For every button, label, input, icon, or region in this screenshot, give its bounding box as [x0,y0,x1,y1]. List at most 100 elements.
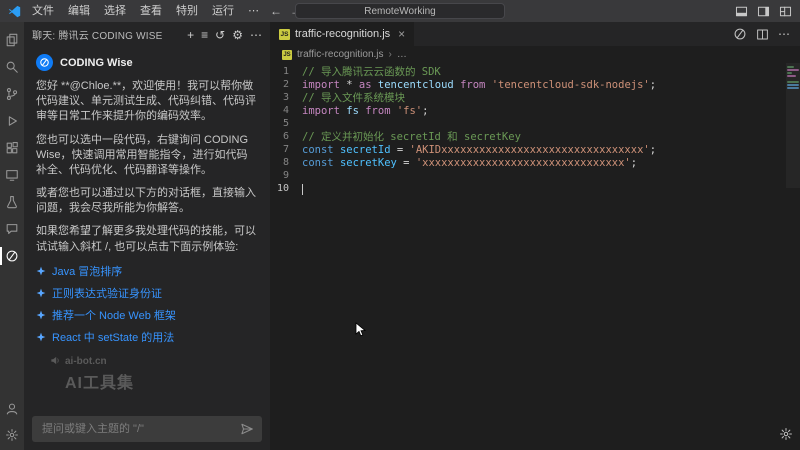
chat-paragraph: 或者您也可以通过以下方的对话框，直接输入问题，我会尽我所能为你解答。 [36,186,258,216]
customize-layout-icon[interactable] [779,5,792,18]
chat-input[interactable] [40,422,240,436]
editor-actions: ⋯ [733,22,800,46]
main-area: 聊天: 腾讯云 CODING WISE +≡↺⚙⋯ CODING Wise 您好… [0,22,800,450]
example-list: Java 冒泡排序正则表达式验证身份证推荐一个 Node Web 框架 React… [36,263,258,345]
menu-item-6[interactable]: ⋯ [241,0,266,22]
example-link-label[interactable]: 正则表达式验证身份证 [52,285,162,301]
explorer-icon[interactable] [0,33,24,47]
minimap-line [787,72,792,74]
tab-label: traffic-recognition.js [295,28,390,40]
remote-explorer-icon[interactable] [0,168,24,182]
menu-item-1[interactable]: 编辑 [61,0,97,22]
code-text: const secretId = 'AKIDxxxxxxxxxxxxxxxxxx… [302,144,656,156]
minimap-line [787,66,794,68]
code-line-4[interactable]: 4import fs from 'fs'; [270,104,786,117]
menu-item-5[interactable]: 运行 [205,0,241,22]
run-debug-icon[interactable] [0,114,24,128]
menu-item-3[interactable]: 查看 [133,0,169,22]
example-link-label[interactable]: Java 冒泡排序 [52,263,122,279]
breadcrumb[interactable]: JS traffic-recognition.js › … [270,46,800,63]
coding-wise-avatar-icon [36,54,53,71]
example-link-label[interactable]: React 中 setState 的用法 [52,329,174,345]
test-icon[interactable] [0,195,24,209]
code-area[interactable]: 1// 导入腾讯云云函数的 SDK2import * as tencentclo… [270,63,786,450]
code-text: // 导入腾讯云云函数的 SDK [302,64,441,79]
editor-area: JS traffic-recognition.js × ⋯ JS traffic… [270,22,800,450]
titlebar-search[interactable]: RemoteWorking [295,3,505,19]
code-text: const secretKey = 'xxxxxxxxxxxxxxxxxxxxx… [302,157,637,169]
code-line-8[interactable]: 8const secretKey = 'xxxxxxxxxxxxxxxxxxxx… [270,156,786,169]
code-text: import * as tencentcloud from 'tencentcl… [302,79,656,91]
account-icon[interactable] [0,402,24,416]
code-text: // 导入文件系统模块 [302,90,405,105]
search-icon[interactable] [0,60,24,74]
code-wrap: 1// 导入腾讯云云函数的 SDK2import * as tencentclo… [270,63,800,450]
source-control-icon[interactable] [0,87,24,101]
chat-paragraph: 如果您希望了解更多我处理代码的技能，可以试试输入斜杠 /, 也可以点击下面示例体… [36,224,258,254]
chat-input-box[interactable] [32,416,262,442]
close-icon[interactable]: × [398,28,405,40]
example-link[interactable]: Java 冒泡排序 [36,263,258,279]
manage-gear-icon[interactable] [779,427,793,446]
coding-wise-icon[interactable] [733,27,747,41]
js-file-icon: JS [279,29,290,40]
example-link[interactable]: 正则表达式验证身份证 [36,285,258,301]
activity-bar-bottom [0,402,24,442]
toggle-secondary-sidebar-icon[interactable] [757,5,770,18]
split-editor-icon[interactable] [756,28,769,41]
line-number: 6 [270,131,302,142]
watermark-line2: AI工具集 [65,369,258,393]
list-icon[interactable]: ≡ [201,29,208,41]
example-link-label[interactable]: 推荐一个 Node Web 框架 [52,307,176,323]
watermark: ai-bot.cn AI工具集 [50,355,258,393]
menu-item-4[interactable]: 特别 [169,0,205,22]
settings-icon[interactable]: ⚙ [232,29,243,41]
vscode-window: 文件编辑选择查看特别运行⋯ ←→ RemoteWorking 聊天: 腾讯云 C… [0,0,800,450]
new-chat-icon[interactable]: + [187,29,194,41]
code-line-10[interactable]: 10 [270,182,786,195]
settings-gear-icon[interactable] [0,428,24,442]
minimap-line [787,93,799,95]
example-link[interactable]: 推荐一个 Node Web 框架 [36,307,258,323]
menu-item-2[interactable]: 选择 [97,0,133,22]
chat-paragraphs: 您好 **@Chloe.**，欢迎使用！我可以帮你做代码建议、单元测试生成、代码… [36,79,258,255]
example-link[interactable]: React 中 setState 的用法 [36,329,258,345]
line-number: 7 [270,144,302,155]
minimap-line [787,90,799,92]
back-arrow-icon[interactable]: ← [270,5,282,17]
chat-panel-title: 聊天: 腾讯云 CODING WISE [32,27,187,42]
code-text [302,183,303,195]
extensions-icon[interactable] [0,141,24,155]
tab-traffic-recognition[interactable]: JS traffic-recognition.js × [270,22,414,46]
chat-panel: 聊天: 腾讯云 CODING WISE +≡↺⚙⋯ CODING Wise 您好… [24,22,270,450]
line-number: 5 [270,118,302,129]
code-line-1[interactable]: 1// 导入腾讯云云函数的 SDK [270,65,786,78]
line-number: 9 [270,170,302,181]
menu-item-0[interactable]: 文件 [25,0,61,22]
line-number: 1 [270,66,302,77]
chat-icon[interactable] [0,222,24,236]
activity-bar [0,22,24,450]
code-line-3[interactable]: 3// 导入文件系统模块 [270,91,786,104]
code-line-9[interactable]: 9 [270,169,786,182]
minimap-line [787,75,796,77]
minimap[interactable] [786,63,800,450]
minimap-line [787,78,799,80]
code-line-6[interactable]: 6// 定义并初始化 secretId 和 secretKey [270,130,786,143]
coding-wise-icon[interactable] [0,249,24,263]
minimap-line [787,81,799,83]
code-line-7[interactable]: 7const secretId = 'AKIDxxxxxxxxxxxxxxxxx… [270,143,786,156]
line-number: 10 [270,183,302,194]
sparkle-icon [36,266,46,276]
line-number: 3 [270,92,302,103]
megaphone-icon [50,355,61,369]
send-icon[interactable] [240,422,254,436]
history-icon[interactable]: ↺ [215,29,225,41]
line-number: 8 [270,157,302,168]
more-icon[interactable]: ⋯ [250,29,262,41]
toggle-panel-icon[interactable] [735,5,748,18]
sparkle-icon [36,310,46,320]
more-icon[interactable]: ⋯ [778,28,790,40]
titlebar-search-text: RemoteWorking [364,6,436,17]
sparkle-icon [36,332,46,342]
